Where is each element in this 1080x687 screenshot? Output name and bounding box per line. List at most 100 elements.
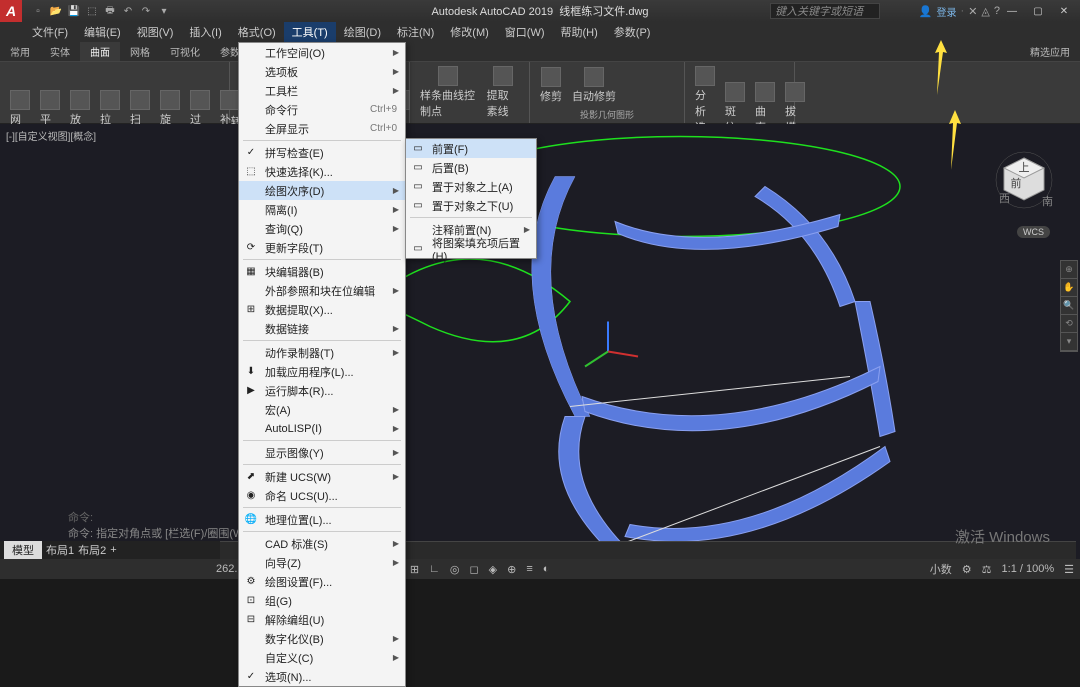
menu-item-自定义(C)[interactable]: 自定义(C)▶ (239, 648, 405, 667)
qat-save-icon[interactable]: 💾 (66, 3, 82, 19)
menu-item-置于对象之上(A)[interactable]: ▭置于对象之上(A) (406, 177, 536, 196)
status-ortho-icon[interactable]: ∟ (429, 563, 440, 575)
menu-item-绘图次序(D)[interactable]: 绘图次序(D)▶ (239, 181, 405, 200)
ribbon-tab-solid[interactable]: 实体 (40, 42, 80, 61)
menu-format[interactable]: 格式(O) (230, 22, 284, 42)
share-icon[interactable]: ◬ (981, 5, 989, 18)
menu-window[interactable]: 窗口(W) (497, 22, 553, 42)
qat-new-icon[interactable]: ▫ (30, 3, 46, 19)
menu-item-CAD 标准(S)[interactable]: CAD 标准(S)▶ (239, 534, 405, 553)
qat-open-icon[interactable]: 📂 (48, 3, 64, 19)
menu-item-更新字段(T)[interactable]: ⟳更新字段(T) (239, 238, 405, 257)
menu-item-查询(Q)[interactable]: 查询(Q)▶ (239, 219, 405, 238)
menu-item-显示图像(Y)[interactable]: 显示图像(Y)▶ (239, 443, 405, 462)
app-icon[interactable]: A (0, 0, 22, 22)
menu-item-加载应用程序(L)...[interactable]: ⬇加载应用程序(L)... (239, 362, 405, 381)
menu-item-组(G)[interactable]: ⊡组(G) (239, 591, 405, 610)
ribbon-tab-featured[interactable]: 精选应用 (1020, 42, 1080, 61)
tab-model[interactable]: 模型 (4, 541, 42, 559)
exchange-icon[interactable]: ✕ (968, 5, 977, 18)
status-osnap-icon[interactable]: ◻ (470, 563, 479, 576)
menu-item-新建 UCS(W)[interactable]: ⬈新建 UCS(W)▶ (239, 467, 405, 486)
login-button[interactable]: 登录 (937, 4, 957, 19)
ribbon-提取素线[interactable]: 提取素线 (483, 64, 523, 121)
status-snap-icon[interactable]: ⊞ (410, 563, 419, 576)
menu-view[interactable]: 视图(V) (129, 22, 182, 42)
status-polar-icon[interactable]: ◎ (450, 563, 460, 576)
window-minimize-button[interactable]: — (1000, 2, 1024, 20)
tab-layout2[interactable]: 布局2 (78, 542, 106, 558)
menu-file[interactable]: 文件(F) (24, 22, 76, 42)
menu-item-向导(Z)[interactable]: 向导(Z)▶ (239, 553, 405, 572)
viewport[interactable]: [-][自定义视图][概念] (0, 124, 1080, 559)
menu-item-将图案填充项后置(H)[interactable]: ▭将图案填充项后置(H) (406, 239, 536, 258)
status-transp-icon[interactable]: ◐ (543, 563, 550, 575)
ribbon-tab-surface[interactable]: 曲面 (80, 42, 120, 61)
menu-params[interactable]: 参数(P) (606, 22, 659, 42)
menu-item-动作录制器(T)[interactable]: 动作录制器(T)▶ (239, 343, 405, 362)
menu-insert[interactable]: 插入(I) (181, 22, 229, 42)
tab-add[interactable]: + (110, 544, 116, 556)
ribbon-tab-visualize[interactable]: 可视化 (160, 42, 210, 61)
menu-item-选项板[interactable]: 选项板▶ (239, 62, 405, 81)
status-scale[interactable]: 1:1 / 100% (1002, 563, 1055, 575)
menu-item-命名 UCS(U)...[interactable]: ◉命名 UCS(U)... (239, 486, 405, 505)
menu-item-外部参照和块在位编辑[interactable]: 外部参照和块在位编辑▶ (239, 281, 405, 300)
menu-edit[interactable]: 编辑(E) (76, 22, 129, 42)
search-input[interactable]: 键入关键字或短语 (770, 3, 880, 19)
nav-pan-icon[interactable]: ✋ (1061, 279, 1077, 297)
ribbon-tab-mesh[interactable]: 网格 (120, 42, 160, 61)
menu-dimension[interactable]: 标注(N) (389, 22, 442, 42)
menu-item-工作空间(O)[interactable]: 工作空间(O)▶ (239, 43, 405, 62)
qat-saveas-icon[interactable]: ⬚ (84, 3, 100, 19)
wcs-label[interactable]: WCS (1017, 226, 1050, 238)
qat-plot-icon[interactable]: 🖶 (102, 3, 118, 19)
status-dyn-icon[interactable]: ⊕ (507, 563, 516, 576)
tab-layout1[interactable]: 布局1 (46, 542, 74, 558)
menu-item-快速选择(K)...[interactable]: ⬚快速选择(K)... (239, 162, 405, 181)
menu-item-数据提取(X)...[interactable]: ⊞数据提取(X)... (239, 300, 405, 319)
menu-item-数字化仪(B)[interactable]: 数字化仪(B)▶ (239, 629, 405, 648)
menu-item-运行脚本(R)...[interactable]: ▶运行脚本(R)... (239, 381, 405, 400)
qat-redo-icon[interactable]: ↷ (138, 3, 154, 19)
viewcube[interactable]: 上 前 西 南 (994, 150, 1054, 210)
status-3dsnap-icon[interactable]: ◈ (489, 563, 497, 576)
ribbon-修剪[interactable]: 修剪 (536, 64, 566, 106)
menu-tools[interactable]: 工具(T) (284, 22, 336, 42)
menu-item-绘图设置(F)...[interactable]: ⚙绘图设置(F)... (239, 572, 405, 591)
ribbon-tab-home[interactable]: 常用 (0, 42, 40, 61)
menu-item-块编辑器(B)[interactable]: ▦块编辑器(B) (239, 262, 405, 281)
menu-item-置于对象之下(U)[interactable]: ▭置于对象之下(U) (406, 196, 536, 215)
qat-undo-icon[interactable]: ↶ (120, 3, 136, 19)
menu-item-地理位置(L)...[interactable]: 🌐地理位置(L)... (239, 510, 405, 529)
window-maximize-button[interactable]: ▢ (1026, 2, 1050, 20)
nav-orbit-icon[interactable]: ⟲ (1061, 315, 1077, 333)
ribbon-样条曲线控制点[interactable]: 样条曲线控制点 (416, 64, 481, 121)
qat-dropdown-icon[interactable]: ▾ (156, 3, 172, 19)
menu-item-后置(B)[interactable]: ▭后置(B) (406, 158, 536, 177)
status-units[interactable]: 小数 (930, 561, 952, 577)
nav-show-icon[interactable]: ▾ (1061, 333, 1077, 351)
menu-item-命令行[interactable]: 命令行Ctrl+9 (239, 100, 405, 119)
menu-item-全屏显示[interactable]: 全屏显示Ctrl+0 (239, 119, 405, 138)
window-close-button[interactable]: ✕ (1052, 2, 1076, 20)
menu-help[interactable]: 帮助(H) (553, 22, 606, 42)
menu-item-宏(A)[interactable]: 宏(A)▶ (239, 400, 405, 419)
menu-item-选项(N)...[interactable]: ✓选项(N)... (239, 667, 405, 686)
menu-draw[interactable]: 绘图(D) (336, 22, 389, 42)
status-annoscale-icon[interactable]: ⚖ (982, 563, 992, 576)
status-workspace-icon[interactable]: ⚙ (962, 563, 972, 576)
ribbon-自动修剪[interactable]: 自动修剪 (568, 64, 620, 106)
menu-item-前置(F)[interactable]: ▭前置(F) (406, 139, 536, 158)
menu-item-拼写检查(E)[interactable]: ✓拼写检查(E) (239, 143, 405, 162)
nav-zoom-icon[interactable]: 🔍 (1061, 297, 1077, 315)
status-config-icon[interactable]: ☰ (1064, 563, 1074, 576)
menu-item-AutoLISP(I)[interactable]: AutoLISP(I)▶ (239, 419, 405, 438)
menu-item-工具栏[interactable]: 工具栏▶ (239, 81, 405, 100)
menu-item-数据链接[interactable]: 数据链接▶ (239, 319, 405, 338)
menu-item-隔离(I)[interactable]: 隔离(I)▶ (239, 200, 405, 219)
nav-full-icon[interactable]: ⊕ (1061, 261, 1077, 279)
status-lwt-icon[interactable]: ≡ (526, 563, 532, 575)
menu-modify[interactable]: 修改(M) (442, 22, 497, 42)
user-icon[interactable]: 👤 (919, 5, 933, 18)
